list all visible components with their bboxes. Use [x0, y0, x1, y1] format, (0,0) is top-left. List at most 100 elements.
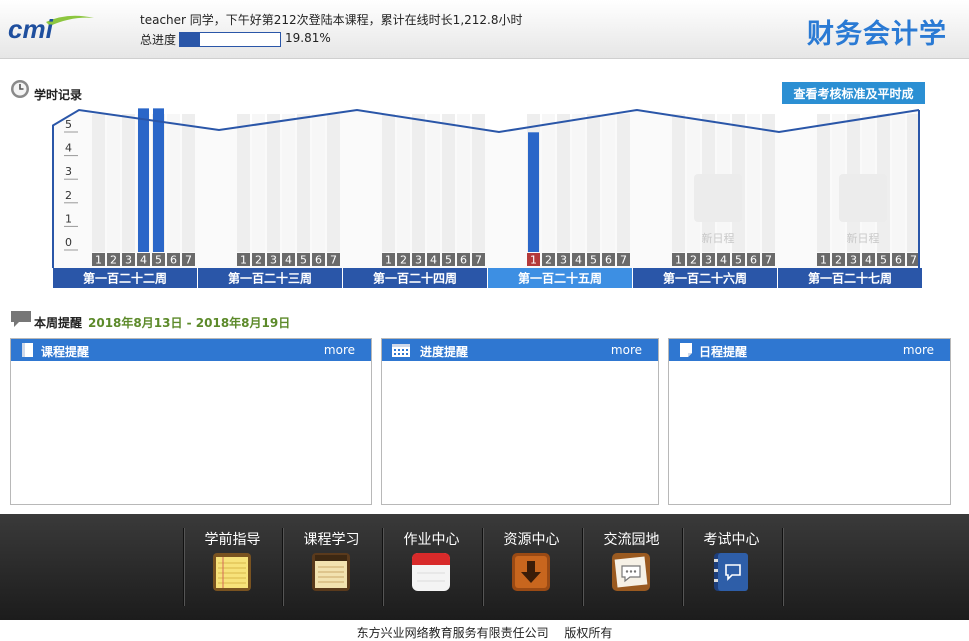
progress-fill	[180, 33, 200, 46]
day-column	[542, 114, 555, 252]
view-standards-button[interactable]: 查看考核标准及平时成绩	[782, 82, 925, 123]
study-hours-chart: 1 2 3 4 5 6 7第一百二十二周1 2 3 4 5 6 7第一百二十三周1 2 3 4 5 6 7第一百二十…	[52, 108, 922, 288]
day-label: 3	[415, 254, 422, 267]
new-schedule-placeholder	[694, 174, 742, 222]
y-tick-label: 2	[65, 189, 72, 202]
week-label: 第一百二十四周	[373, 271, 457, 286]
day-label: 1	[530, 254, 537, 267]
day-label: 5	[155, 254, 162, 267]
day-label: 6	[750, 254, 757, 267]
day-label: 2	[545, 254, 552, 267]
day-label: 3	[850, 254, 857, 267]
day-label: 2	[255, 254, 262, 267]
header: cmi teacher 同学，下午好第212次登陆本课程，累计在线时长1,212…	[0, 0, 969, 59]
nav-label: 学前指导	[204, 532, 261, 548]
weekly-date-range: 2018年8月13日 - 2018年8月19日	[88, 316, 291, 330]
day-label: 2	[690, 254, 697, 267]
nav-label: 资源中心	[503, 532, 560, 548]
nav-label: 考试中心	[703, 532, 760, 548]
day-label: 5	[300, 254, 307, 267]
day-label: 7	[620, 254, 627, 267]
panel-header: 进度提醒 more	[382, 339, 658, 361]
nav-item-forum[interactable]: 交流园地	[582, 514, 681, 620]
day-column	[617, 114, 630, 252]
day-label: 6	[895, 254, 902, 267]
day-label: 3	[560, 254, 567, 267]
y-tick-label: 1	[65, 212, 72, 225]
progress-bar	[179, 32, 281, 47]
day-label: 7	[475, 254, 482, 267]
panel-header: 课程提醒 more	[11, 339, 371, 361]
day-label: 3	[705, 254, 712, 267]
nav-item-homework[interactable]: 作业中心	[382, 514, 481, 620]
day-column	[442, 114, 455, 252]
copyright-text: 东方兴业网络教育服务有限责任公司 版权所有	[356, 626, 613, 640]
progress-label: 总进度	[140, 33, 177, 47]
day-column	[892, 114, 905, 252]
day-label: 4	[575, 254, 582, 267]
progress-value: 19.81%	[285, 31, 331, 45]
day-column	[472, 114, 485, 252]
calendar-grid-icon	[392, 344, 410, 357]
nav-item-pre-study[interactable]: 学前指导	[183, 514, 282, 620]
nav-item-course-study[interactable]: 课程学习	[282, 514, 381, 620]
schedule-reminder-panel: 日程提醒 more	[668, 338, 951, 505]
day-label: 4	[285, 254, 292, 267]
day-label: 4	[865, 254, 872, 267]
more-link[interactable]: more	[611, 343, 642, 357]
nav-item-exam[interactable]: 考试中心	[682, 514, 781, 620]
day-label: 4	[720, 254, 727, 267]
day-column	[252, 114, 265, 252]
day-label: 5	[880, 254, 887, 267]
day-column	[672, 114, 685, 252]
nav-item-resources[interactable]: 资源中心	[482, 514, 581, 620]
day-label: 7	[330, 254, 337, 267]
day-column	[572, 114, 585, 252]
day-column	[557, 114, 570, 252]
day-column	[297, 114, 310, 252]
note-icon	[680, 343, 692, 357]
day-column	[327, 114, 340, 252]
download-icon	[512, 553, 550, 591]
course-reminder-panel: 课程提醒 more	[10, 338, 372, 505]
day-column	[237, 114, 250, 252]
more-link[interactable]: more	[903, 343, 934, 357]
speech-bubble-icon	[11, 311, 31, 327]
more-link[interactable]: more	[324, 343, 355, 357]
day-label: 7	[765, 254, 772, 267]
day-column	[122, 114, 135, 252]
new-schedule-label: 新日程	[702, 231, 735, 245]
day-label: 4	[430, 254, 437, 267]
day-column	[167, 114, 180, 252]
study-record-title: 学时记录	[34, 88, 83, 102]
day-label: 2	[835, 254, 842, 267]
week-label: 第一百二十六周	[663, 271, 747, 286]
day-label: 5	[735, 254, 742, 267]
y-tick-label: 4	[65, 142, 72, 155]
day-column	[282, 114, 295, 252]
new-schedule-placeholder	[839, 174, 887, 222]
day-label: 2	[110, 254, 117, 267]
panel-title: 进度提醒	[420, 345, 469, 359]
notepad-icon	[213, 553, 251, 591]
day-label: 5	[445, 254, 452, 267]
course-title: 财务会计学	[807, 19, 947, 50]
cmi-logo: cmi	[8, 14, 94, 44]
progress-reminder-panel: 进度提醒 more	[381, 338, 659, 505]
day-column	[747, 114, 760, 252]
nav-label: 交流园地	[603, 532, 660, 548]
y-tick-label: 3	[65, 165, 72, 178]
exam-book-icon	[714, 553, 748, 591]
day-label: 6	[315, 254, 322, 267]
day-column	[267, 114, 280, 252]
day-column	[182, 114, 195, 252]
day-column	[762, 114, 775, 252]
day-label: 1	[95, 254, 102, 267]
bottom-navigation: 学前指导 课程学习 作业中心 资源中心 交流园地 考试中心	[0, 514, 969, 620]
day-column	[312, 114, 325, 252]
day-column	[382, 114, 395, 252]
svg-text:cmi: cmi	[8, 14, 54, 44]
weekly-reminder-title: 本周提醒	[34, 316, 83, 330]
day-label: 1	[385, 254, 392, 267]
day-label: 2	[400, 254, 407, 267]
